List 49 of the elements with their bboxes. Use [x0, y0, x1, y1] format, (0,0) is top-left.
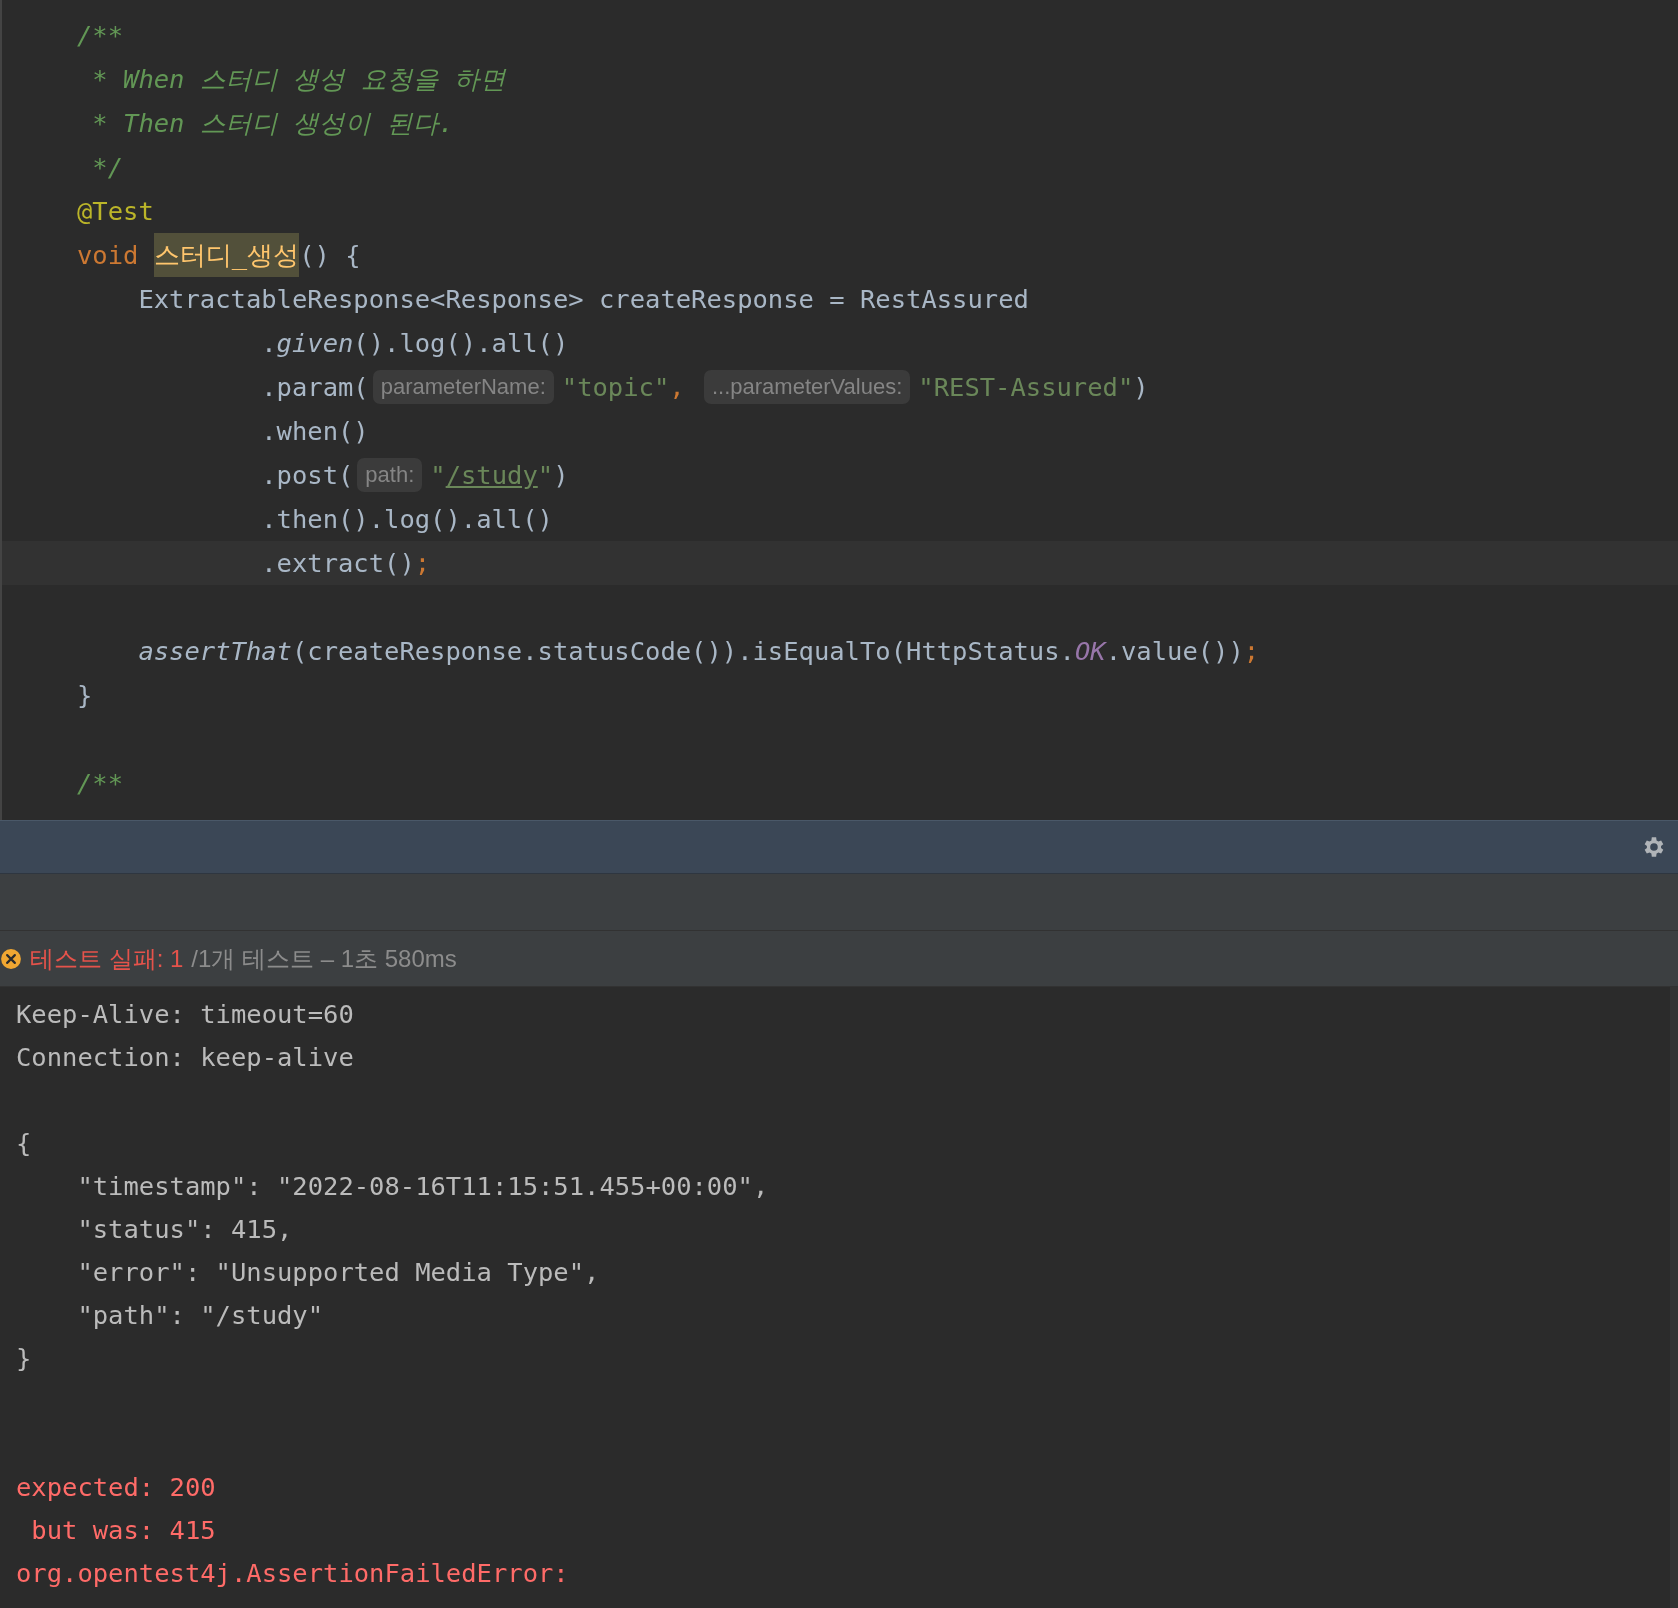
code-keyword: void — [77, 239, 140, 272]
code-text: .extract() — [260, 547, 415, 580]
code-comment: * When 스터디 생성 요청을 하면 — [91, 63, 506, 96]
code-comment: * Then 스터디 생성이 된다. — [91, 107, 454, 140]
test-summary: /1개 테스트 – 1초 580ms — [191, 943, 457, 974]
url-link[interactable]: /study — [445, 453, 538, 497]
code-keyword: , — [669, 371, 686, 404]
code-comment: /** — [77, 19, 124, 52]
code-text: } — [77, 679, 93, 712]
code-text: given — [276, 327, 354, 360]
parameter-hint: ...parameterValues: — [703, 370, 911, 404]
console-line: } — [16, 1343, 32, 1373]
code-text: () { — [299, 239, 361, 272]
string-literal: " — [430, 459, 446, 492]
console-line: "timestamp": "2022-08-16T11:15:51.455+00:00", — [76, 1171, 769, 1201]
console-line: "error": "Unsupported Media Type", — [76, 1257, 600, 1287]
failed-count: 테스트 실패: 1 — [30, 943, 184, 974]
error-line: but was: 415 — [30, 1515, 216, 1545]
code-constant: OK — [1074, 635, 1106, 668]
code-text: ExtractableResponse<Response> createResponse = RestAssured — [137, 283, 1029, 316]
code-text: . — [260, 327, 277, 360]
code-annotation: @Test — [77, 195, 154, 228]
code-comment: /** — [77, 767, 124, 800]
code-text: .then().log().all() — [260, 503, 553, 536]
code-text: .when() — [260, 415, 369, 448]
method-name: 스터디_생성 — [153, 233, 300, 277]
parameter-hint: parameterName: — [372, 370, 554, 404]
error-line: expected: 200 — [16, 1472, 216, 1502]
string-literal: "topic" — [561, 371, 670, 404]
error-line: org.opentest4j.AssertionFailedError: — [16, 1558, 569, 1588]
code-text: .param( — [260, 371, 369, 404]
console-line: "status": 415, — [76, 1214, 293, 1244]
code-text: (createResponse.statusCode()).isEqualTo(HttpStatus. — [291, 635, 1075, 668]
code-keyword: ; — [414, 547, 431, 580]
code-text: ) — [553, 459, 569, 492]
code-text: .post( — [260, 459, 354, 492]
code-text: ().log().all() — [353, 327, 569, 360]
string-literal: " — [537, 459, 554, 492]
code-keyword: ; — [1243, 635, 1260, 668]
code-text: assertThat — [137, 635, 292, 668]
code-comment: */ — [91, 151, 124, 184]
string-literal: "REST-Assured" — [918, 371, 1134, 404]
code-text: ) — [1133, 371, 1149, 404]
console-line: "path": "/study" — [76, 1300, 324, 1330]
console-line: Connection: keep-alive — [16, 1042, 354, 1072]
console-line: Keep-Alive: timeout=60 — [16, 999, 354, 1029]
console-line: { — [16, 1128, 32, 1158]
parameter-hint: path: — [357, 458, 423, 492]
code-text: .value()) — [1105, 635, 1244, 668]
